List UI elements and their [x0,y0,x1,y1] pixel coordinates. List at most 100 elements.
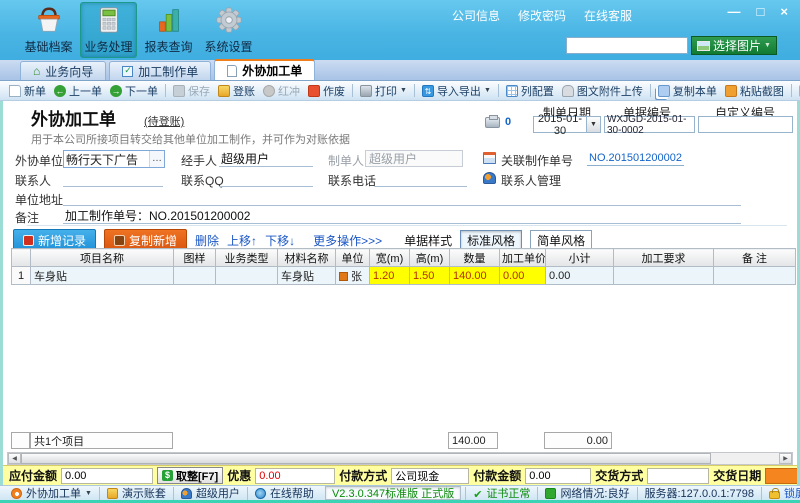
window-controls: — □ × [728,4,788,20]
cell-index: 1 [12,267,31,285]
contact-input[interactable] [63,170,163,187]
table-row[interactable]: 1 车身贴 车身贴 张 1.20 1.50 140.00 0.00 0.00 [12,267,796,285]
col-note[interactable]: 备 注 [714,249,796,267]
post-account-button[interactable]: 登账 [214,82,259,100]
pay-method-input[interactable] [391,468,469,484]
scrollbar-thumb[interactable] [21,453,711,464]
module-settings[interactable]: 系统设置 [200,2,257,58]
cell-material[interactable]: 车身贴 [278,267,336,285]
section-divider [27,225,787,226]
minimize-button[interactable]: — [728,4,741,20]
tab-business-wizard[interactable]: ⌂ 业务向导 [20,61,106,80]
cell-project[interactable]: 车身贴 [31,267,174,285]
delivery-method-input[interactable] [647,468,709,484]
cell-unit-price[interactable]: 0.00 [500,267,546,285]
scroll-right-icon[interactable]: ▶ [779,453,792,464]
module-basic-data[interactable]: 基础档案 [20,2,77,58]
remark-input[interactable] [63,207,741,224]
vendor-input[interactable]: 畅行天下广告 … [63,150,165,168]
close-button[interactable]: × [780,4,788,20]
image-path-input[interactable] [566,37,688,54]
tab-outsourced-order[interactable]: 外协加工单 [214,59,315,80]
address-input[interactable] [63,189,741,206]
col-requirement[interactable]: 加工要求 [614,249,714,267]
red-reverse-button[interactable]: 红冲 [259,82,304,100]
import-export-button[interactable]: 导入导出▼ [418,82,495,100]
more-actions-link[interactable]: 更多操作>>> [313,232,382,249]
col-qty[interactable]: 数量 [450,249,500,267]
delete-row-link[interactable]: 删除 [195,232,219,249]
new-order-button[interactable]: 新单 [5,82,50,100]
col-index[interactable] [12,249,31,267]
maximize-button[interactable]: □ [757,4,765,20]
company-info-link[interactable]: 公司信息 [452,7,500,24]
payable-input[interactable] [61,468,153,484]
print-button[interactable]: 打印▼ [356,82,411,100]
related-order-link[interactable]: NO.201501200002 [587,152,684,166]
col-project-name[interactable]: 项目名称 [31,249,174,267]
col-biz-type[interactable]: 业务类型 [216,249,278,267]
chevron-down-icon[interactable]: ▼ [586,117,600,132]
order-date-picker[interactable]: 2015-01-30 ▼ [533,116,601,133]
status-badge[interactable]: (待登账) [144,113,184,129]
col-material[interactable]: 材料名称 [278,249,336,267]
page-title: 外协加工单 [31,105,116,130]
qq-input[interactable] [219,170,313,187]
cell-biz-type[interactable] [216,267,278,285]
choose-image-button[interactable]: 选择图片 ▼ [691,36,777,55]
statusbar-help[interactable]: 在线帮助 [247,487,321,500]
items-table: 项目名称 图样 业务类型 材料名称 单位 宽(m) 高(m) 数量 加工单价 小… [11,248,796,285]
scroll-left-icon[interactable]: ◀ [8,453,21,464]
tab-processing-order[interactable]: 加工制作单 [109,61,211,80]
module-reports[interactable]: 报表查询 [140,2,197,58]
cell-height[interactable]: 1.50 [410,267,450,285]
contact-manage-link[interactable]: 联系人管理 [501,172,561,189]
statusbar-user[interactable]: 超级用户 [173,487,247,500]
col-subtotal[interactable]: 小计 [546,249,614,267]
handler-input[interactable] [219,150,313,167]
save-icon [173,85,185,97]
account-book-icon [107,488,118,499]
cell-note[interactable] [714,267,796,285]
discount-input[interactable] [255,468,335,484]
next-order-button[interactable]: 下一单 [106,82,162,100]
cell-width[interactable]: 1.20 [370,267,410,285]
vendor-lookup-button[interactable]: … [149,151,164,167]
module-switcher: 基础档案 业务处理 [20,2,257,58]
cell-unit[interactable]: 张 [336,267,370,285]
toolbar-separator [650,84,651,97]
save-button[interactable]: 保存 [169,82,214,100]
cell-requirement[interactable] [614,267,714,285]
copy-order-button[interactable]: 复制本单 [654,82,721,100]
statusbar-account[interactable]: 演示账套 [99,487,173,500]
printer-icon[interactable] [485,117,500,128]
column-config-button[interactable]: 列配置 [502,82,558,100]
summary-row: 共1个项目 140.00 0.00 [11,432,795,450]
module-business[interactable]: 业务处理 [80,2,137,58]
void-button[interactable]: 作废 [304,82,349,100]
paste-screenshot-button[interactable]: 粘贴截图 [721,82,788,100]
custom-number-input[interactable] [698,116,793,133]
pay-amount-input[interactable] [525,468,591,484]
cell-qty[interactable]: 140.00 [450,267,500,285]
col-unit-price[interactable]: 加工单价 [500,249,546,267]
col-unit[interactable]: 单位 [336,249,370,267]
statusbar-doc-type[interactable]: 外协加工单 ▼ [4,487,99,500]
change-password-link[interactable]: 修改密码 [518,7,566,24]
previous-order-button[interactable]: 上一单 [50,82,106,100]
col-drawing[interactable]: 图样 [174,249,216,267]
col-height[interactable]: 高(m) [410,249,450,267]
calculator-icon [93,5,125,35]
cell-drawing[interactable] [174,267,216,285]
view-payment-process-button[interactable]: 查看付款过程 [795,82,800,100]
phone-input[interactable] [375,170,467,187]
col-width[interactable]: 宽(m) [370,249,410,267]
lock-screen-button[interactable]: 锁屏 [761,487,800,500]
attachment-upload-button[interactable]: 图文附件上传 [558,82,647,100]
round-amount-button[interactable]: $取整[F7] [157,467,223,484]
move-up-link[interactable]: 上移↑ [227,232,257,249]
online-service-link[interactable]: 在线客服 [584,7,632,24]
move-down-link[interactable]: 下移↓ [265,232,295,249]
delivery-date-select[interactable]: ▼ [765,468,797,484]
horizontal-scrollbar[interactable]: ◀ ▶ [7,452,793,465]
